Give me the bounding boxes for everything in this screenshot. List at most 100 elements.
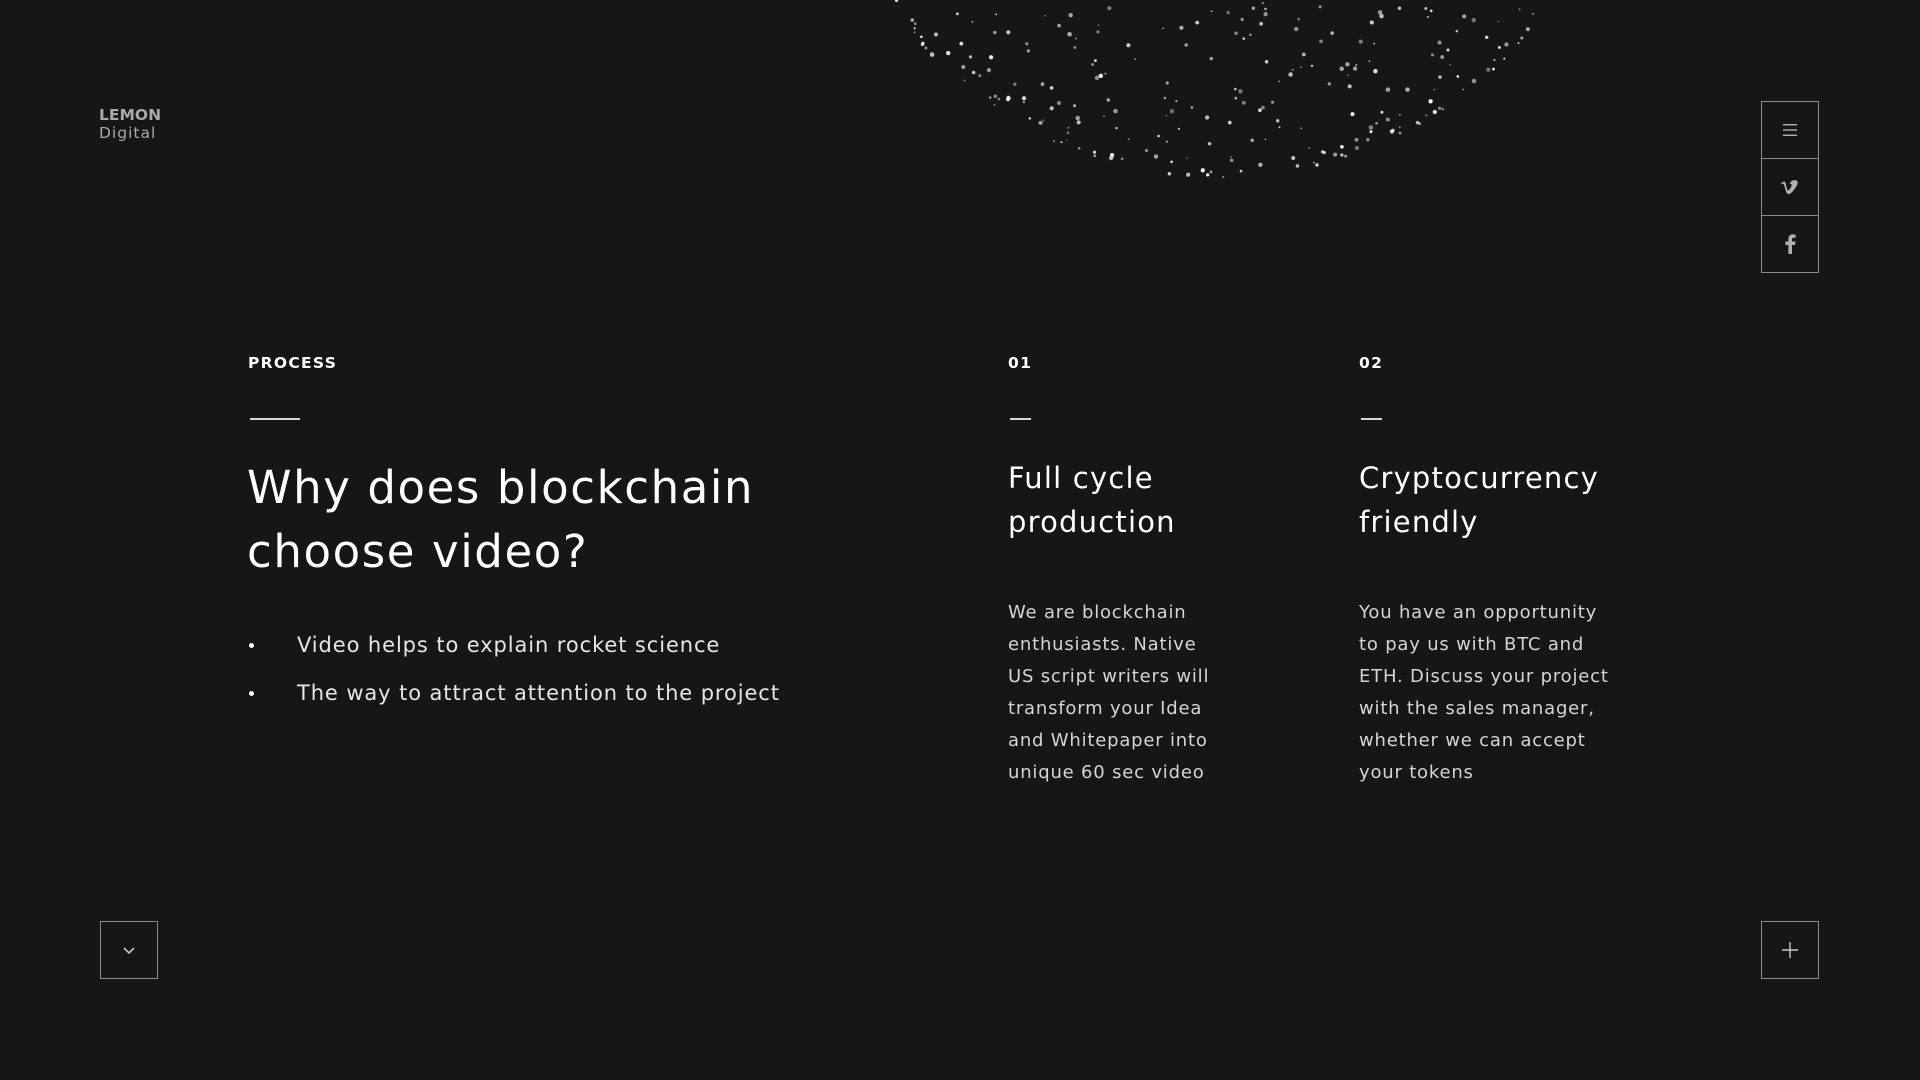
particle-dot bbox=[1261, 2, 1264, 5]
step-text-line: and Whitepaper into bbox=[1008, 730, 1208, 751]
particle-dot bbox=[1353, 66, 1358, 71]
particle-dot bbox=[1210, 10, 1213, 13]
particle-dot bbox=[1373, 42, 1376, 45]
particle-dot bbox=[1369, 130, 1373, 134]
particle-dot bbox=[1431, 53, 1434, 57]
particle-dot bbox=[1200, 168, 1205, 173]
particle-dot bbox=[1347, 74, 1350, 76]
particle-dot bbox=[1385, 117, 1390, 122]
particle-dot bbox=[1239, 169, 1243, 173]
particle-dot bbox=[1315, 163, 1319, 167]
particle-dot bbox=[1415, 120, 1420, 125]
particle-dot bbox=[971, 20, 974, 23]
step-number: 02 bbox=[1359, 354, 1384, 372]
particle-dot bbox=[1397, 6, 1402, 10]
particle-dot bbox=[1433, 88, 1436, 91]
particle-dot bbox=[1446, 48, 1450, 52]
particle-dot bbox=[924, 46, 928, 50]
particle-dot bbox=[971, 70, 976, 75]
particle-dot bbox=[1115, 126, 1118, 130]
particle-dot bbox=[1006, 30, 1011, 35]
particle-dot bbox=[1167, 171, 1172, 176]
particle-dot bbox=[1426, 15, 1429, 19]
divider bbox=[1361, 418, 1382, 420]
particle-dot bbox=[1013, 82, 1017, 86]
particle-dot bbox=[1318, 5, 1322, 9]
step-text-line: You have an opportunity bbox=[1359, 602, 1598, 623]
particle-dot bbox=[1234, 31, 1238, 36]
particle-dot bbox=[1379, 13, 1384, 19]
particle-dot bbox=[1234, 96, 1238, 100]
particle-dot bbox=[1313, 161, 1315, 164]
particle-dot bbox=[1094, 75, 1100, 81]
particle-dot bbox=[1222, 175, 1225, 179]
logo[interactable]: LEMON Digital bbox=[99, 106, 161, 142]
particle-dot bbox=[1169, 109, 1175, 114]
vimeo-button[interactable] bbox=[1761, 158, 1819, 216]
plus-icon bbox=[1782, 942, 1798, 958]
scroll-down-button[interactable] bbox=[100, 921, 158, 979]
particle-dot bbox=[1056, 100, 1062, 106]
particle-dot bbox=[1310, 64, 1314, 68]
particle-dot bbox=[1068, 13, 1073, 18]
particle-dot bbox=[1204, 115, 1210, 120]
particle-dot bbox=[1234, 87, 1237, 91]
particle-dot bbox=[1399, 114, 1401, 116]
particle-dot bbox=[1109, 152, 1115, 158]
particle-dot bbox=[1300, 66, 1302, 69]
particle-dot bbox=[1163, 96, 1167, 100]
particle-dot bbox=[1230, 156, 1232, 158]
particle-dot bbox=[1398, 131, 1402, 135]
particle-dot bbox=[946, 50, 951, 56]
particle-dot bbox=[1077, 146, 1081, 150]
step-text-line: whether we can accept bbox=[1359, 730, 1586, 751]
particle-dot bbox=[1040, 82, 1045, 86]
particle-dot bbox=[961, 64, 966, 70]
particle-dot bbox=[1113, 108, 1118, 114]
particle-dot bbox=[1462, 14, 1467, 19]
expand-button[interactable] bbox=[1761, 921, 1819, 979]
particle-dot bbox=[913, 27, 916, 30]
particle-dot bbox=[920, 42, 925, 47]
particle-dot bbox=[1455, 29, 1459, 33]
particle-dot bbox=[1322, 150, 1327, 155]
divider bbox=[1010, 418, 1031, 420]
particle-dot bbox=[1107, 99, 1111, 102]
particle-dot bbox=[1428, 99, 1433, 104]
particle-dot bbox=[1226, 10, 1230, 15]
particle-dot bbox=[910, 18, 915, 22]
particle-dot bbox=[1369, 20, 1374, 25]
particle-dot bbox=[1424, 7, 1428, 10]
particle-dot bbox=[921, 41, 925, 45]
menu-button[interactable] bbox=[1761, 101, 1819, 159]
particle-dot bbox=[1207, 142, 1212, 146]
step-title-line-2: friendly bbox=[1359, 505, 1479, 539]
particle-dot bbox=[1438, 75, 1442, 79]
particle-dot bbox=[1344, 154, 1348, 158]
particle-dot bbox=[1486, 67, 1491, 72]
facebook-button[interactable] bbox=[1761, 215, 1819, 273]
particle-dot bbox=[1250, 138, 1254, 142]
particle-dot bbox=[1503, 57, 1506, 60]
particle-dot bbox=[1380, 110, 1384, 114]
step-text-line: unique 60 sec video bbox=[1008, 762, 1205, 783]
particle-dot bbox=[1532, 12, 1534, 15]
particle-dot bbox=[1179, 25, 1184, 30]
step-title: Full cycle production bbox=[1008, 456, 1176, 544]
particle-dot bbox=[1104, 72, 1107, 75]
particle-dot bbox=[894, 0, 899, 2]
step-text-line: transform your Idea bbox=[1008, 698, 1203, 719]
particle-dot bbox=[1492, 67, 1495, 71]
bullet-text: Video helps to explain rocket science bbox=[297, 633, 721, 657]
particle-dot bbox=[1278, 126, 1281, 129]
particle-dot bbox=[1471, 78, 1477, 84]
menu-icon bbox=[1783, 124, 1797, 136]
particle-dot bbox=[1308, 146, 1311, 149]
particle-dot bbox=[978, 74, 982, 77]
particle-dot bbox=[993, 103, 996, 106]
particle-dot bbox=[1227, 120, 1232, 125]
particle-dot bbox=[1405, 87, 1410, 92]
particle-dot bbox=[1120, 157, 1124, 161]
particle-dot bbox=[1471, 17, 1477, 23]
particle-dot bbox=[1339, 66, 1344, 72]
